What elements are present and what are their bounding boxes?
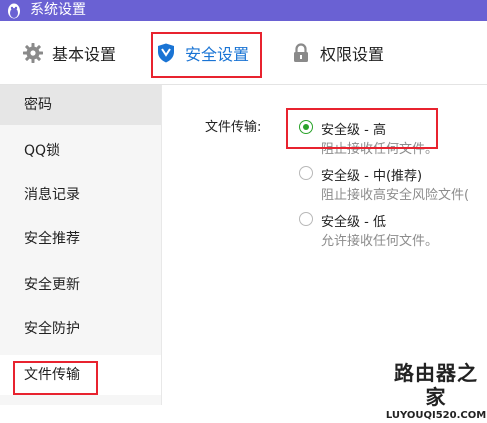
radio-high[interactable] <box>299 120 313 134</box>
tab-security-label: 安全设置 <box>185 45 250 64</box>
tab-permission-label: 权限设置 <box>320 45 385 64</box>
radio-medium[interactable] <box>299 166 313 180</box>
tab-permission-settings[interactable]: 权限设置 <box>290 35 384 71</box>
file-transfer-label: 文件传输: <box>205 120 262 135</box>
sidebar-item-label: 安全防护 <box>24 321 80 337</box>
sidebar-item-label: 消息记录 <box>24 187 80 203</box>
settings-sidebar: 密码 QQ锁 消息记录 安全推荐 安全更新 安全防护 文件传输 <box>0 85 162 405</box>
option-description: 允许接收任何文件。 <box>321 234 439 249</box>
sidebar-item-password[interactable]: 密码 <box>0 85 161 125</box>
window-title: 系统设置 <box>30 2 86 18</box>
site-watermark: 路由器之家 LUYOUQI520.COM <box>385 361 487 421</box>
sidebar-item-security-update[interactable]: 安全更新 <box>0 265 161 305</box>
option-title: 安全级 - 中(推荐) <box>321 169 423 184</box>
option-title: 安全级 - 低 <box>321 215 386 230</box>
sidebar-item-security-protection[interactable]: 安全防护 <box>0 309 161 349</box>
sidebar-item-security-recommend[interactable]: 安全推荐 <box>0 219 161 259</box>
settings-tab-bar: 基本设置 安全设置 权限设置 <box>0 21 487 85</box>
sidebar-item-label: 密码 <box>24 97 52 113</box>
sidebar-item-label: 文件传输 <box>24 367 80 383</box>
sidebar-item-message-history[interactable]: 消息记录 <box>0 175 161 215</box>
tab-basic-label: 基本设置 <box>52 45 117 64</box>
sidebar-item-qq-lock[interactable]: QQ锁 <box>0 131 161 171</box>
tab-basic-settings[interactable]: 基本设置 <box>22 35 116 71</box>
radio-low[interactable] <box>299 212 313 226</box>
option-title: 安全级 - 高 <box>321 123 386 138</box>
gear-icon <box>23 43 43 63</box>
option-description: 阻止接收任何文件。 <box>321 142 439 157</box>
title-bar: 系统设置 <box>0 0 487 21</box>
tab-security-settings[interactable]: 安全设置 <box>155 35 249 71</box>
sidebar-item-label: QQ锁 <box>24 143 61 159</box>
sidebar-item-label: 安全推荐 <box>24 231 80 247</box>
sidebar-item-label: 安全更新 <box>24 277 80 293</box>
sidebar-item-file-transfer[interactable]: 文件传输 <box>0 355 161 395</box>
watermark-en: LUYOUQI520.COM <box>385 410 487 421</box>
watermark-cn: 路由器之家 <box>394 361 478 409</box>
option-description: 阻止接收高安全风险文件( <box>321 188 470 203</box>
qq-penguin-icon <box>8 3 20 19</box>
lock-icon <box>294 43 308 62</box>
file-transfer-panel: 文件传输: 安全级 - 高 阻止接收任何文件。 安全级 - 中(推荐) 阻止接收… <box>162 85 487 405</box>
shield-icon <box>158 43 174 63</box>
